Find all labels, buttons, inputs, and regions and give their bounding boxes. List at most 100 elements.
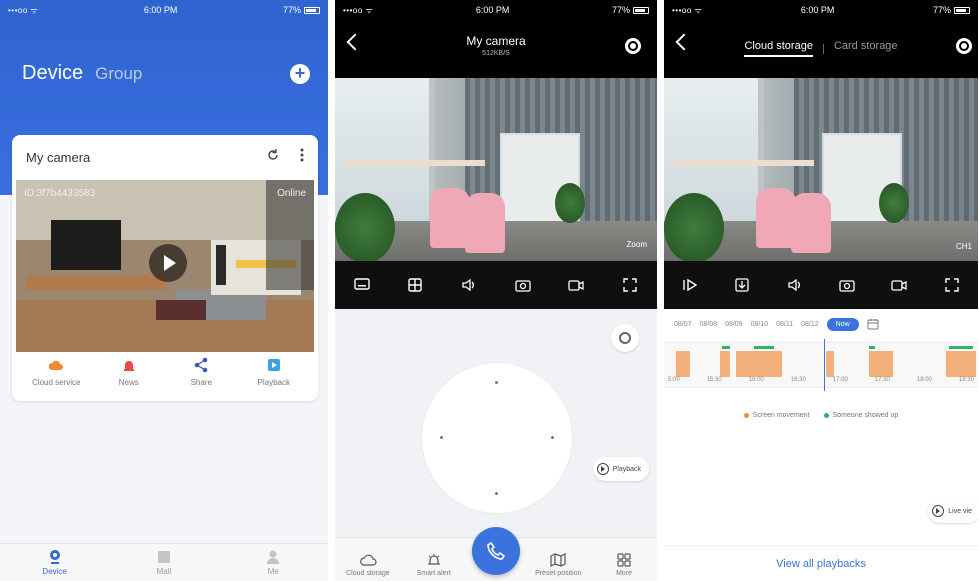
mall-icon (157, 551, 170, 563)
call-button[interactable] (472, 527, 520, 575)
channel-label[interactable]: CH1 (956, 242, 972, 251)
status-bar: •••oo ᯤ 6:00 PM 77% (335, 0, 657, 20)
tab-group[interactable]: Group (95, 64, 142, 84)
ptz-joystick[interactable] (422, 363, 572, 513)
date-item[interactable]: 08/10 (751, 321, 769, 328)
someone-segment[interactable] (754, 346, 774, 349)
clock: 6:00 PM (475, 5, 510, 15)
calendar-icon[interactable] (867, 318, 879, 330)
timeline-ticks: 5:00 15:30 16:00 16:30 17:00 17:30 18:00… (664, 377, 978, 383)
play-button[interactable] (149, 244, 187, 282)
view-all-playbacks-link[interactable]: View all playbacks (664, 545, 978, 581)
movement-segment[interactable] (869, 351, 893, 377)
tab-bar-mall[interactable]: Mall (124, 544, 204, 581)
movement-segment[interactable] (720, 351, 730, 377)
ptz-up-dot[interactable] (495, 381, 498, 384)
action-playback[interactable]: Playback (244, 357, 304, 387)
recording-timeline[interactable]: 5:00 15:30 16:00 16:30 17:00 17:30 18:00… (664, 339, 978, 391)
me-icon (267, 550, 280, 564)
zoom-label[interactable]: Zoom (627, 240, 647, 249)
cloud-storage-screen: •••oo ᯤ 6:00 PM 77% Cloud storage Card s… (664, 0, 978, 581)
timeline-cursor[interactable] (824, 339, 825, 391)
legend-dot (823, 413, 829, 418)
share-icon (194, 357, 208, 373)
signal-indicator: •••oo ᯤ (672, 5, 703, 15)
action-news[interactable]: News (99, 357, 159, 387)
camera-preview[interactable]: ID:3f7b4433583 Online (16, 180, 314, 352)
tab-device[interactable]: Device (22, 62, 83, 85)
record-icon[interactable] (890, 276, 908, 294)
legend-text: Screen movement (752, 412, 810, 419)
status-bar: •••oo ᯤ 6:00 PM 77% (664, 0, 978, 20)
action-label: News (118, 378, 139, 387)
tab-bar-me[interactable]: Me (233, 544, 313, 581)
playback-button[interactable]: Playback (592, 457, 649, 481)
movement-segment[interactable] (676, 351, 690, 377)
action-share[interactable]: Share (171, 357, 231, 387)
date-item[interactable]: 08/07 (674, 321, 692, 328)
play-icon[interactable] (681, 276, 699, 294)
nav-title: My camera 512KB/S (335, 34, 657, 57)
tick-label: 15:30 (706, 377, 722, 383)
someone-segment[interactable] (949, 346, 973, 349)
ptz-down-dot[interactable] (495, 492, 498, 495)
ptz-mode-icon[interactable] (611, 324, 639, 352)
add-device-button[interactable]: + (290, 64, 310, 84)
date-item[interactable]: 08/11 (776, 321, 793, 328)
scene-plant (664, 193, 724, 261)
date-item[interactable]: 08/09 (725, 321, 743, 328)
date-item[interactable]: 08/12 (801, 321, 819, 328)
settings-gear-icon[interactable] (625, 38, 641, 54)
record-icon[interactable] (567, 276, 585, 294)
more-vertical-icon[interactable] (300, 148, 304, 167)
ptz-right-dot[interactable] (551, 436, 554, 439)
ptz-left-dot[interactable] (440, 436, 443, 439)
bottom-tab-bar: Device Mall Me (0, 543, 328, 581)
tab-card-storage[interactable]: Card storage (834, 40, 898, 57)
bottom-label: Preset position (535, 570, 582, 577)
snapshot-icon[interactable] (514, 276, 532, 294)
live-video[interactable]: Zoom (335, 78, 657, 261)
bottom-smart-alert[interactable]: Smart alert (406, 553, 461, 577)
signal-indicator: •••oo ᯤ (8, 5, 39, 15)
bottom-cloud-storage[interactable]: Cloud storage (340, 553, 395, 577)
action-cloud-service[interactable]: Cloud service (26, 357, 86, 387)
movement-segment[interactable] (826, 351, 834, 377)
download-icon[interactable] (733, 276, 751, 294)
split-screen-icon[interactable] (406, 276, 424, 294)
movement-segment[interactable] (736, 351, 782, 377)
tick-label: 18:30 (958, 377, 974, 383)
playback-video[interactable]: CH1 (664, 78, 978, 261)
action-label: Playback (257, 378, 290, 387)
playback-icon (596, 463, 609, 475)
settings-gear-icon[interactable] (956, 38, 972, 54)
volume-icon[interactable] (786, 276, 804, 294)
fullscreen-icon[interactable] (621, 276, 639, 294)
bottom-preset-position[interactable]: Preset position (531, 553, 586, 577)
someone-segment[interactable] (869, 346, 875, 349)
date-item[interactable]: 08/08 (700, 321, 718, 328)
camera-title[interactable]: My camera (335, 34, 657, 48)
fullscreen-icon[interactable] (943, 276, 961, 294)
bottom-more[interactable]: More (597, 553, 652, 577)
snapshot-icon[interactable] (838, 276, 856, 294)
playback-label: Playback (612, 465, 641, 473)
bottom-label: More (616, 570, 633, 577)
tab-bar-device[interactable]: Device (15, 544, 95, 581)
scene-chair (756, 188, 796, 248)
refresh-icon[interactable] (266, 148, 280, 167)
now-button[interactable]: Now (826, 317, 859, 331)
live-view-button[interactable]: Live vie (928, 499, 978, 523)
camera-name: My camera (26, 150, 91, 165)
volume-icon[interactable] (460, 276, 478, 294)
bottom-label: Cloud storage (346, 570, 390, 577)
movement-segment[interactable] (946, 351, 976, 377)
battery-percent: 77% (932, 5, 951, 15)
tab-cloud-storage[interactable]: Cloud storage (744, 40, 813, 57)
news-icon (123, 361, 134, 371)
playback-icon (267, 359, 280, 371)
someone-segment[interactable] (722, 346, 730, 349)
camera-card[interactable]: My camera ID:3f7b4433583 Online Cloud se… (12, 135, 318, 401)
subtitle-icon[interactable] (353, 276, 371, 294)
device-list-screen: •••oo ᯤ 6:00 PM 77% Device Group + My ca… (0, 0, 328, 581)
